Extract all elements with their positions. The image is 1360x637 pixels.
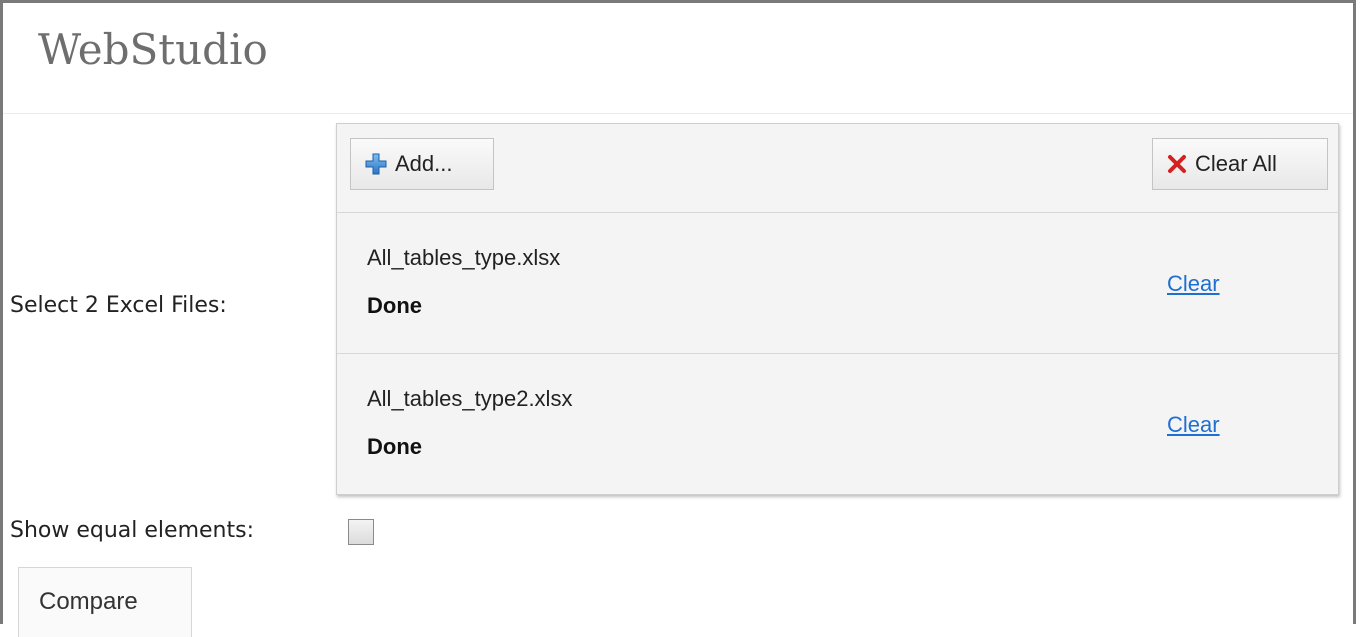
plus-icon — [365, 153, 387, 175]
clear-file-link[interactable]: Clear — [1167, 412, 1220, 438]
files-label: Select 2 Excel Files: — [10, 293, 227, 318]
file-status: Done — [367, 293, 422, 318]
clear-all-button-label: Clear All — [1195, 151, 1277, 176]
show-equal-label: Show equal elements: — [10, 518, 254, 543]
file-status: Done — [367, 434, 422, 459]
app-header: WebStudio — [3, 3, 1353, 114]
add-button[interactable]: Add... — [350, 138, 494, 190]
clear-file-link[interactable]: Clear — [1167, 271, 1220, 297]
add-button-label: Add... — [395, 151, 453, 176]
show-equal-checkbox[interactable] — [348, 519, 374, 545]
file-name: All_tables_type2.xlsx — [367, 386, 573, 411]
file-name: All_tables_type.xlsx — [367, 245, 561, 270]
file-row: All_tables_type.xlsx Done Clear — [337, 213, 1338, 354]
x-icon — [1167, 154, 1187, 174]
compare-button[interactable]: Compare — [18, 567, 192, 637]
app-title: WebStudio — [38, 25, 268, 74]
clear-all-button[interactable]: Clear All — [1152, 138, 1328, 190]
app-window: WebStudio Select 2 Excel Files: Add... C… — [0, 0, 1356, 637]
file-uploader: Add... Clear All All_tables_type.xlsx Do… — [336, 123, 1339, 495]
file-row: All_tables_type2.xlsx Done Clear — [337, 354, 1338, 494]
uploader-toolbar: Add... Clear All — [337, 124, 1338, 213]
